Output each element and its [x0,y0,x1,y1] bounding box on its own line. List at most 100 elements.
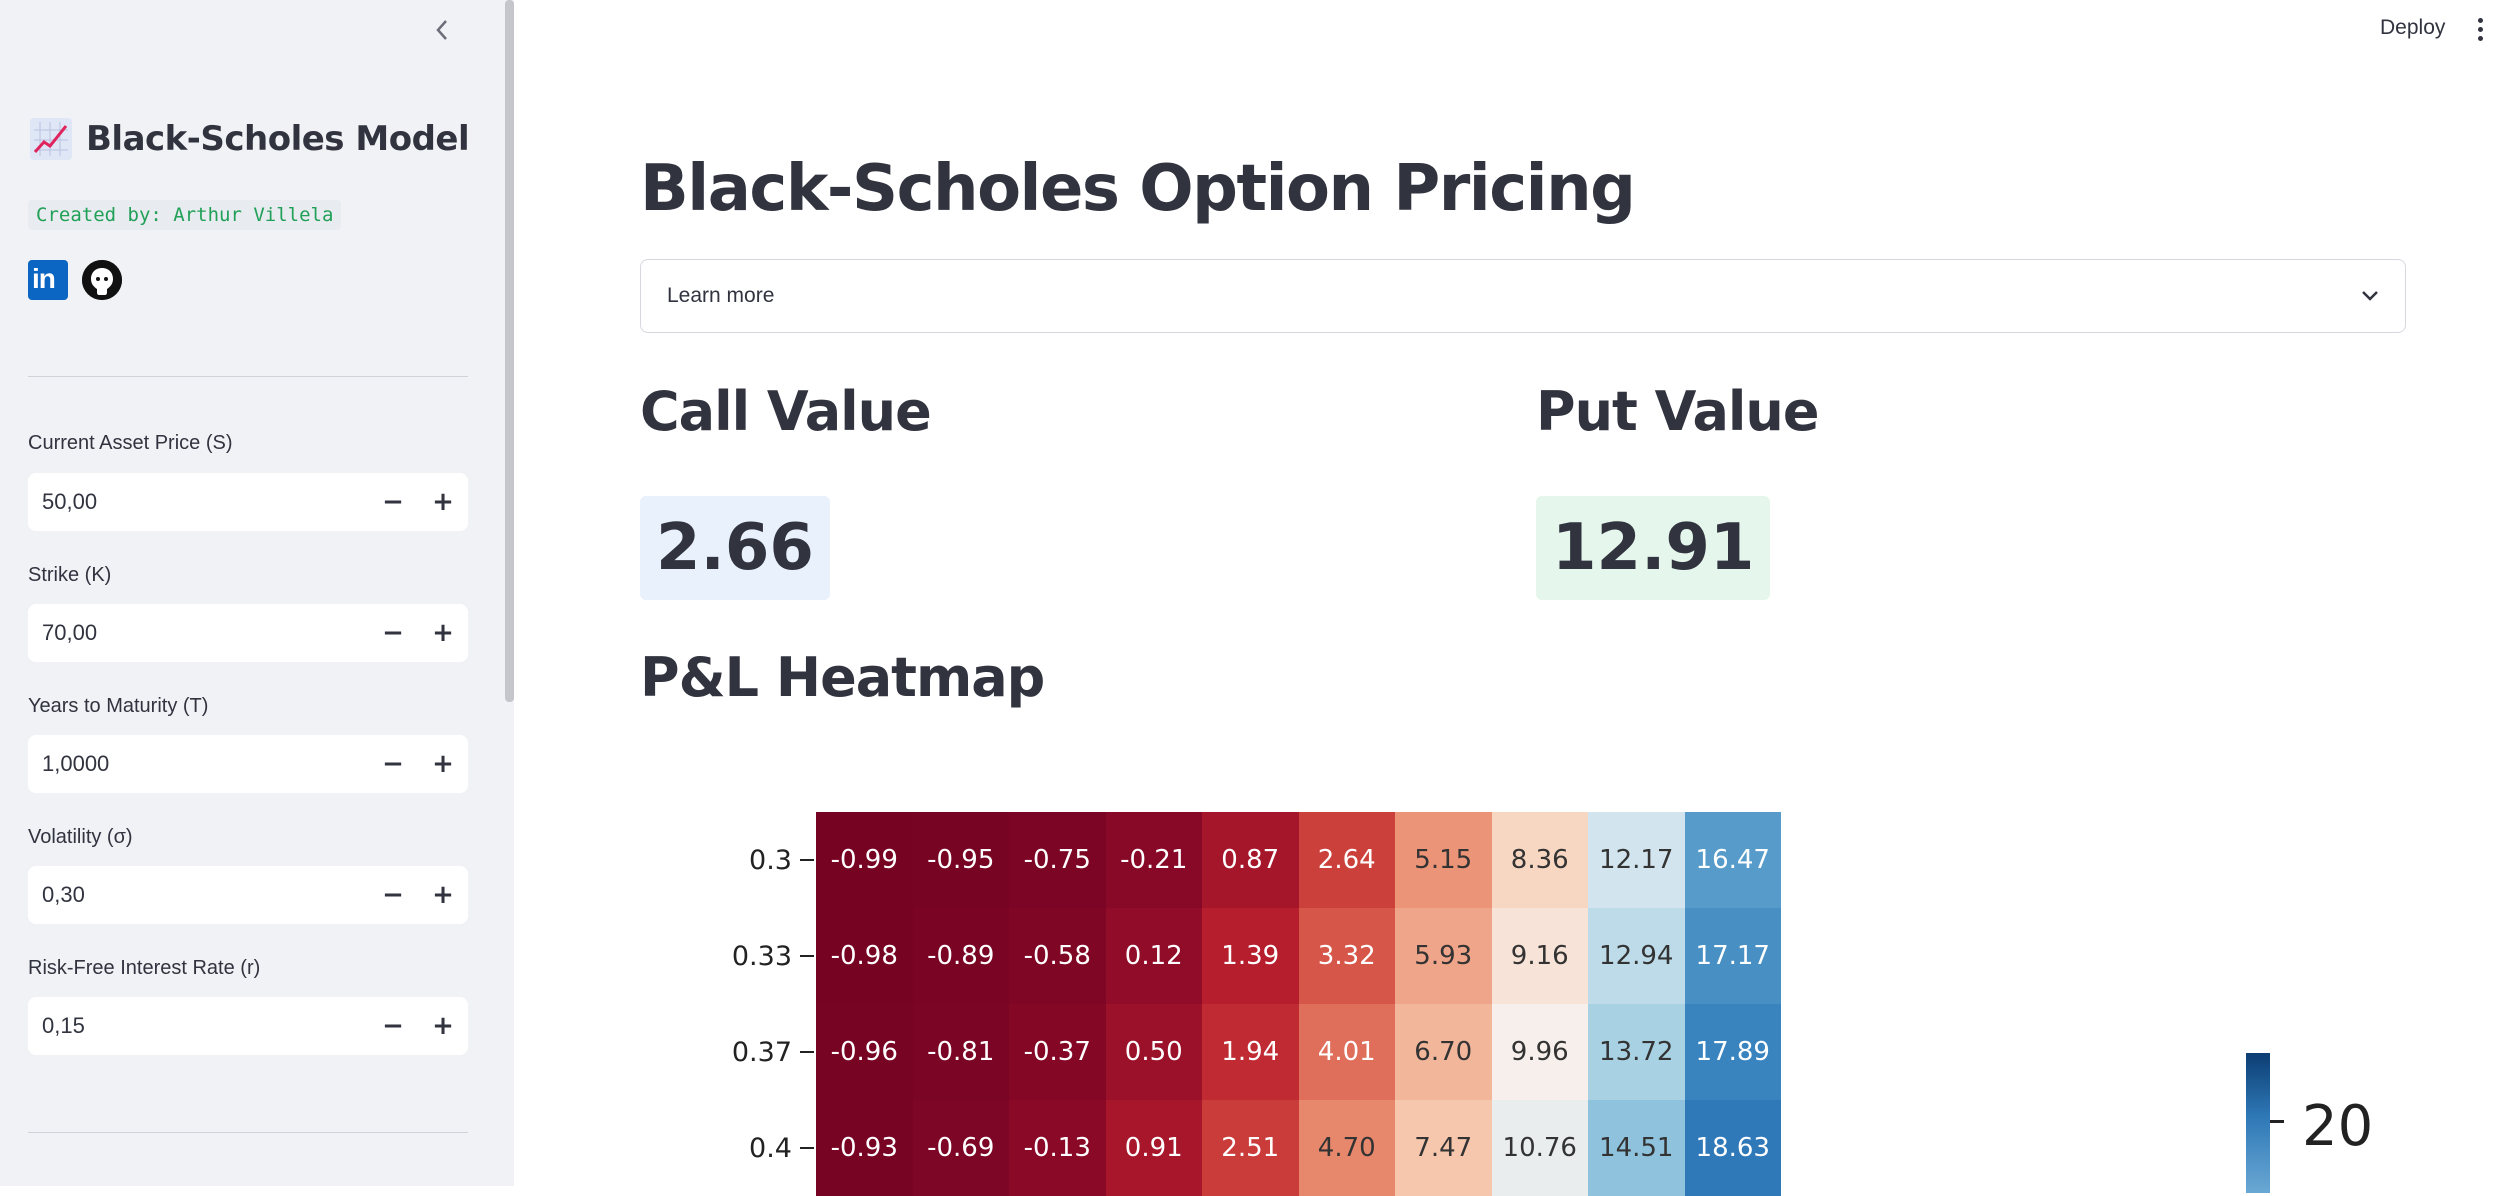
increment-button[interactable]: + [418,997,468,1055]
heatmap-cell: 6.70 [1395,1004,1492,1100]
y-tick-mark [800,1147,814,1149]
increment-button[interactable]: + [418,866,468,924]
heatmap-cell: -0.81 [912,1004,1009,1100]
heatmap-cell: 17.89 [1684,1004,1781,1100]
heatmap-cell: 2.64 [1298,812,1395,908]
page-title: Black-Scholes Option Pricing [640,152,1636,226]
colorbar-tick [2270,1120,2284,1123]
heatmap-cell: 0.91 [1105,1100,1202,1196]
y-tick-label: 0.33 [596,908,816,1004]
learn-more-expander[interactable]: Learn more [640,259,2406,333]
sidebar-scrollbar[interactable] [505,0,514,702]
heatmap-cell: 16.47 [1684,812,1781,908]
heatmap-cell: -0.99 [816,812,913,908]
deploy-button[interactable]: Deploy [2374,12,2451,44]
github-icon[interactable] [82,260,122,300]
strike-input[interactable]: 70,00 − + [28,604,468,662]
increment-button[interactable]: + [418,473,468,531]
strike-label: Strike (K) [28,564,112,586]
heatmap-cell: -0.98 [816,908,913,1004]
volatility-input[interactable]: 0,30 − + [28,866,468,924]
sidebar: Black-Scholes Model Created by: Arthur V… [0,0,514,1186]
decrement-button[interactable]: − [368,735,418,793]
heatmap-cell: 10.76 [1491,1100,1588,1196]
asset-price-input[interactable]: 50,00 − + [28,473,468,531]
put-value-title: Put Value [1536,380,1819,443]
heatmap-cell: -0.13 [1009,1100,1106,1196]
social-links: in [28,260,122,300]
heatmap-cell: 3.32 [1298,908,1395,1004]
heatmap-grid: -0.99 -0.95 -0.75 -0.21 0.87 2.64 5.15 8.36 12.1… [816,812,1781,1196]
y-tick-mark [800,859,814,861]
heatmap-cell: 8.36 [1491,812,1588,908]
heatmap-cell: 4.70 [1298,1100,1395,1196]
heatmap-cell: 17.17 [1684,908,1781,1004]
call-value-title: Call Value [640,380,932,443]
heatmap-cell: 9.96 [1491,1004,1588,1100]
sidebar-divider [28,376,468,377]
decrement-button[interactable]: − [368,997,418,1055]
heatmap-title: P&L Heatmap [640,646,1045,709]
heatmap-cell: 14.51 [1588,1100,1685,1196]
strike-value[interactable]: 70,00 [28,620,368,646]
collapse-sidebar-button[interactable] [424,12,460,48]
chevron-left-icon [436,20,447,40]
heatmap-cell: 9.16 [1491,908,1588,1004]
heatmap-cell: 13.72 [1588,1004,1685,1100]
decrement-button[interactable]: − [368,866,418,924]
heatmap-cell: -0.95 [912,812,1009,908]
heatmap-cell: 0.12 [1105,908,1202,1004]
y-tick-text: 0.33 [731,940,792,972]
put-value-metric: 12.91 [1536,496,1771,600]
heatmap-cell: -0.89 [912,908,1009,1004]
colorbar [2246,1053,2270,1193]
y-tick-text: 0.37 [731,1036,792,1068]
heatmap-cell: 0.50 [1105,1004,1202,1100]
heatmap-cell: 1.39 [1202,908,1299,1004]
heatmap-cell: 2.51 [1202,1100,1299,1196]
heatmap-cell: 18.63 [1684,1100,1781,1196]
heatmap-cell: -0.93 [816,1100,913,1196]
heatmap-cell: 7.47 [1395,1100,1492,1196]
y-tick-text: 0.3 [749,844,792,876]
maturity-input[interactable]: 1,0000 − + [28,735,468,793]
interest-rate-label: Risk-Free Interest Rate (r) [28,957,261,979]
interest-rate-input[interactable]: 0,15 − + [28,997,468,1055]
heatmap-cell: -0.96 [816,1004,913,1100]
linkedin-icon-text: in [32,263,56,294]
heatmap-cell: -0.58 [1009,908,1106,1004]
interest-rate-value[interactable]: 0,15 [28,1013,368,1039]
increment-button[interactable]: + [418,735,468,793]
colorbar-tick-label: 20 [2302,1094,2374,1159]
heatmap-cell: 5.15 [1395,812,1492,908]
chevron-down-icon [2362,291,2378,301]
volatility-label: Volatility (σ) [28,826,133,848]
asset-price-value[interactable]: 50,00 [28,489,368,515]
heatmap-cell: 12.94 [1588,908,1685,1004]
linkedin-icon[interactable]: in [28,260,68,300]
sidebar-title-text: Black-Scholes Model [86,119,470,159]
maturity-value[interactable]: 1,0000 [28,751,368,777]
y-tick-label: 0.37 [596,1004,816,1100]
heatmap-cell: 5.93 [1395,908,1492,1004]
maturity-label: Years to Maturity (T) [28,695,209,717]
asset-price-label: Current Asset Price (S) [28,432,233,454]
heatmap-cell: -0.37 [1009,1004,1106,1100]
more-options-icon[interactable] [2466,12,2494,46]
sidebar-divider [28,1132,468,1133]
y-tick-text: 0.4 [749,1132,792,1164]
chart-increasing-icon [30,118,72,160]
heatmap-cell: -0.21 [1105,812,1202,908]
decrement-button[interactable]: − [368,473,418,531]
volatility-value[interactable]: 0,30 [28,882,368,908]
y-tick-label: 0.4 [596,1100,816,1196]
call-value-metric: 2.66 [640,496,830,600]
sidebar-title: Black-Scholes Model [30,118,470,160]
heatmap-cell: 1.94 [1202,1004,1299,1100]
y-tick-mark [800,1051,814,1053]
heatmap-cell: -0.75 [1009,812,1106,908]
increment-button[interactable]: + [418,604,468,662]
heatmap-cell: -0.69 [912,1100,1009,1196]
decrement-button[interactable]: − [368,604,418,662]
heatmap-cell: 4.01 [1298,1004,1395,1100]
